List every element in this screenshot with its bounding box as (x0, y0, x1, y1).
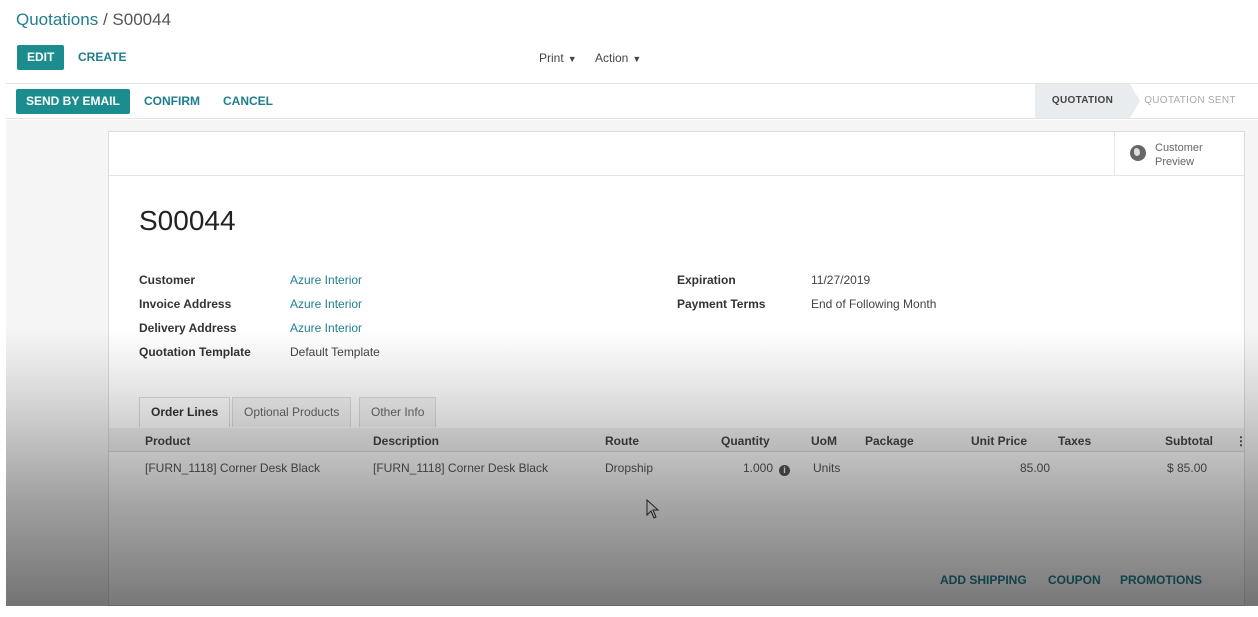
delivery-address-label: Delivery Address (139, 321, 237, 335)
payment-terms-value: End of Following Month (811, 297, 937, 311)
quantity-value: 1.000 (743, 461, 774, 475)
confirm-button[interactable]: CONFIRM (144, 89, 200, 114)
action-label: Action (595, 51, 629, 65)
create-button[interactable]: CREATE (78, 45, 126, 70)
cell-subtotal: $ 85.00 (1167, 461, 1208, 475)
col-taxes[interactable]: Taxes (1058, 434, 1091, 448)
customer-label: Customer (139, 273, 196, 287)
edit-button[interactable]: EDIT (17, 45, 65, 70)
caret-down-icon: ▼ (632, 54, 642, 64)
statusbar: SEND BY EMAIL CONFIRM CANCEL QUOTATION Q… (0, 83, 1258, 119)
action-dropdown[interactable]: Action ▼ (595, 48, 641, 68)
col-uom[interactable]: UoM (811, 434, 837, 448)
expiration-label: Expiration (677, 273, 736, 287)
print-label: Print (539, 51, 564, 65)
customer-value[interactable]: Azure Interior (290, 273, 362, 287)
record-title: S00044 (139, 205, 236, 236)
customer-preview-button[interactable]: Customer Preview (1114, 132, 1244, 176)
stage-quotation-sent[interactable]: QUOTATION SENT (1140, 84, 1240, 118)
info-icon[interactable]: i (779, 465, 791, 476)
breadcrumb-current: S00044 (112, 10, 172, 29)
invoice-address-value[interactable]: Azure Interior (290, 297, 362, 311)
frame-edge-bottom (0, 606, 1258, 617)
send-by-email-button[interactable]: SEND BY EMAIL (16, 89, 130, 114)
col-package[interactable]: Package (865, 434, 914, 448)
customer-preview-label: Customer Preview (1155, 142, 1203, 168)
cell-product[interactable]: [FURN_1118] Corner Desk Black (145, 461, 320, 475)
caret-down-icon: ▼ (567, 54, 577, 64)
print-dropdown[interactable]: Print ▼ (539, 48, 577, 68)
add-shipping-link[interactable]: ADD SHIPPING (940, 573, 1027, 587)
form-sheet: Customer Preview S00044 Customer Azure I… (108, 131, 1247, 606)
cell-description[interactable]: [FURN_1118] Corner Desk Black (373, 461, 548, 475)
coupon-link[interactable]: COUPON (1048, 573, 1101, 587)
tab-other-info[interactable]: Other Info (359, 397, 437, 427)
cancel-button[interactable]: CANCEL (223, 89, 273, 114)
cell-quantity[interactable]: 1.000 i (743, 461, 791, 476)
col-description[interactable]: Description (373, 434, 439, 448)
quotation-template-label: Quotation Template (139, 345, 251, 359)
tab-optional-products[interactable]: Optional Products (232, 397, 352, 427)
breadcrumb-separator: / (98, 10, 113, 29)
button-box: Customer Preview (109, 132, 1244, 176)
stage-quotation[interactable]: QUOTATION (1035, 84, 1140, 118)
tab-order-lines[interactable]: Order Lines (139, 397, 231, 427)
invoice-address-label: Invoice Address (139, 297, 232, 311)
col-unit-price[interactable]: Unit Price (971, 434, 1027, 448)
col-subtotal[interactable]: Subtotal (1165, 434, 1213, 448)
cell-route[interactable]: Dropship (605, 461, 653, 475)
breadcrumb-quotations-link[interactable]: Quotations (16, 10, 98, 29)
globe-icon (1130, 145, 1146, 161)
col-route[interactable]: Route (605, 434, 639, 448)
delivery-address-value[interactable]: Azure Interior (290, 321, 362, 335)
quotation-template-value: Default Template (290, 345, 380, 359)
expiration-value: 11/27/2019 (811, 273, 871, 287)
col-product[interactable]: Product (145, 434, 190, 448)
col-quantity[interactable]: Quantity (721, 434, 770, 448)
cell-unit-price[interactable]: 85.00 (1020, 461, 1050, 475)
column-options-icon[interactable]: ⋮ (1235, 434, 1247, 448)
breadcrumb: Quotations / S00044 (16, 10, 171, 30)
promotions-link[interactable]: PROMOTIONS (1120, 573, 1202, 587)
cell-uom[interactable]: Units (813, 461, 840, 475)
mouse-cursor-icon (646, 499, 660, 519)
payment-terms-label: Payment Terms (677, 297, 766, 311)
frame-edge-left (0, 0, 6, 617)
